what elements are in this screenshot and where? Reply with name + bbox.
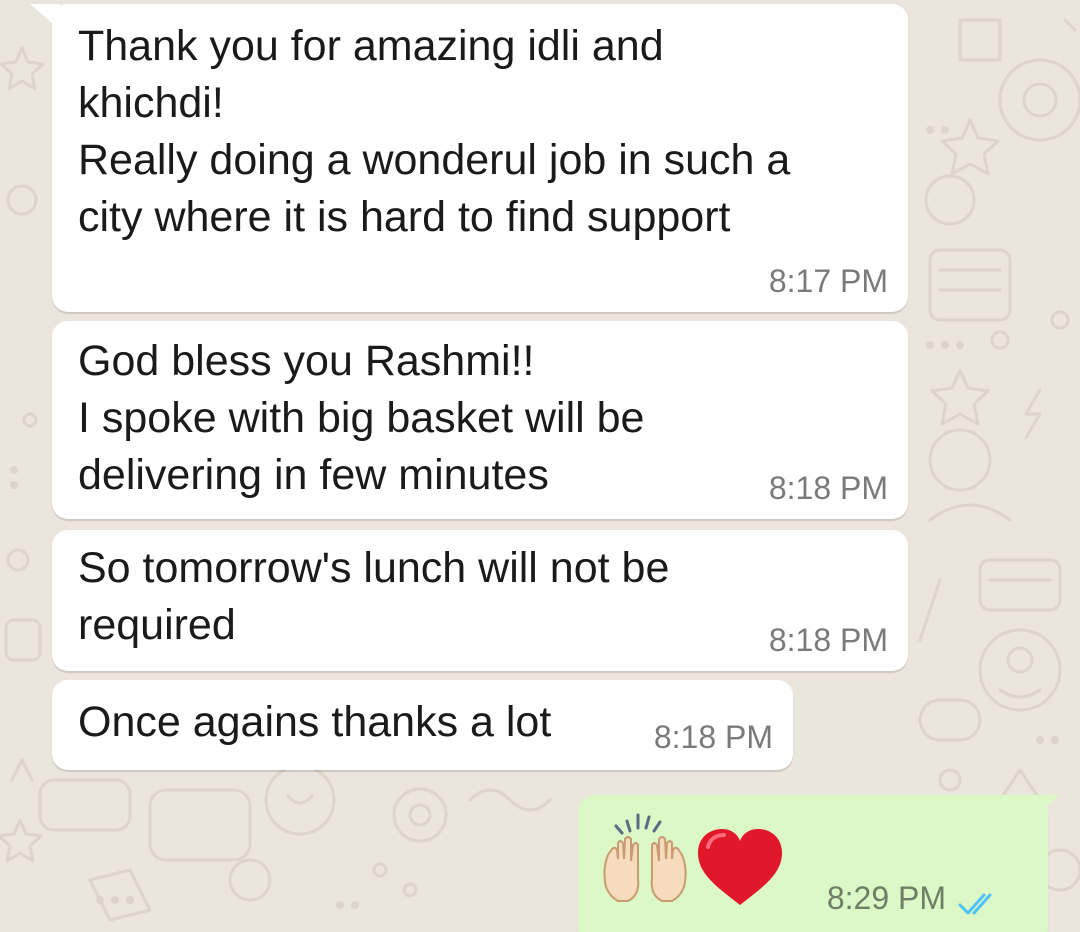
message-timestamp: 8:18 PM bbox=[768, 470, 888, 506]
message-timestamp: 8:17 PM bbox=[768, 263, 888, 299]
message-text: So tomorrow's lunch will not be required bbox=[78, 544, 670, 649]
read-double-check-icon bbox=[958, 893, 992, 915]
raising-hands-emoji bbox=[603, 813, 687, 902]
message-timestamp: 8:29 PM bbox=[826, 880, 946, 916]
emoji-row bbox=[603, 813, 782, 905]
message-timestamp: 8:18 PM bbox=[653, 719, 773, 755]
message-text: Once agains thanks a lot bbox=[78, 698, 552, 746]
message-text: God bless you Rashmi!! I spoke with big … bbox=[78, 337, 645, 499]
message-bubble-outgoing[interactable]: 8:29 PM bbox=[578, 795, 1048, 932]
message-bubble-incoming[interactable]: Once agains thanks a lot 8:18 PM bbox=[52, 680, 793, 770]
message-bubble-incoming[interactable]: Thank you for amazing idli and khichdi! … bbox=[52, 4, 908, 312]
message-bubble-incoming[interactable]: God bless you Rashmi!! I spoke with big … bbox=[52, 321, 908, 519]
message-timestamp: 8:18 PM bbox=[768, 622, 888, 658]
message-bubble-incoming[interactable]: So tomorrow's lunch will not be required… bbox=[52, 530, 908, 671]
red-heart-emoji bbox=[698, 829, 782, 905]
message-text: Thank you for amazing idli and khichdi! … bbox=[78, 22, 791, 241]
